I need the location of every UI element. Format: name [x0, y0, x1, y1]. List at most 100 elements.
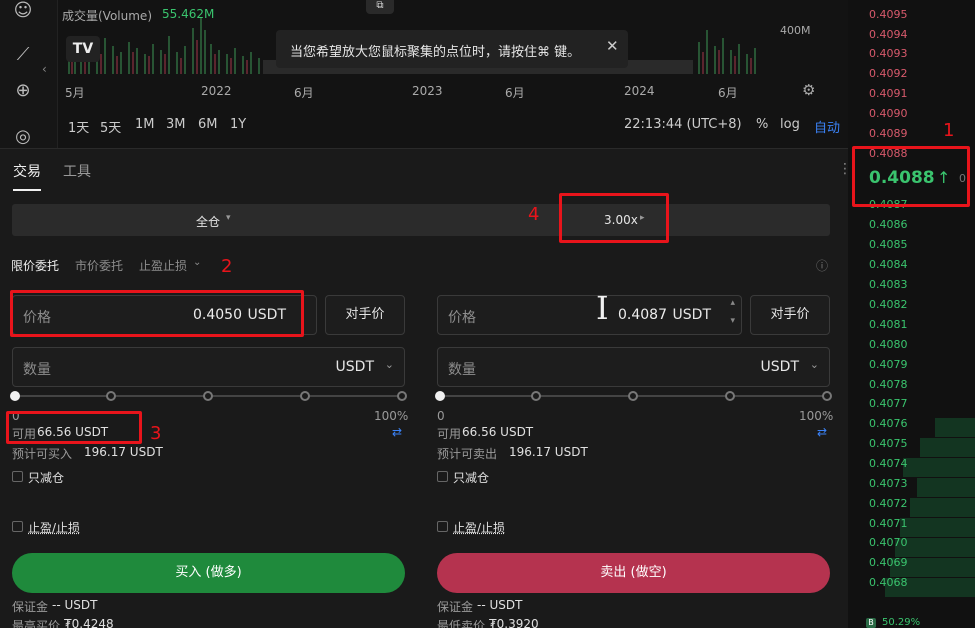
buy-reduce-only-checkbox[interactable]	[12, 471, 23, 482]
margin-mode-selector[interactable]: 全仓	[196, 213, 220, 230]
ask-price[interactable]: 0.4095	[869, 8, 908, 21]
ask-price[interactable]: 0.4090	[869, 107, 908, 120]
bid-price[interactable]: 0.4074	[869, 457, 908, 470]
ask-price[interactable]: 0.4089	[869, 127, 908, 140]
bid-price[interactable]: 0.4072	[869, 497, 908, 510]
buy-estimate-label: 预计可买入	[12, 447, 73, 461]
buy-counter-price-button[interactable]: 对手价	[325, 295, 405, 335]
bid-price[interactable]: 0.4077	[869, 397, 908, 410]
magnet-icon[interactable]: ◎	[12, 126, 34, 148]
slider-step[interactable]	[725, 391, 735, 401]
bid-price[interactable]: 0.4078	[869, 378, 908, 391]
timeframe-button[interactable]: 1M	[135, 117, 155, 132]
sell-tpsl-checkbox[interactable]	[437, 521, 448, 532]
slider-step[interactable]	[531, 391, 541, 401]
trade-panel: 交易 工具 ⋮ 全仓 ▾ 3.00x ▸ 限价委托 市价委托 止盈止损 ⌄ ⓘ …	[0, 148, 852, 628]
chart-time: 22:13:44 (UTC+8)	[624, 117, 742, 132]
buy-qty-unit[interactable]: USDT	[336, 359, 374, 375]
bid-price[interactable]: 0.4082	[869, 298, 908, 311]
tooltip-text: 当您希望放大您鼠标聚集的点位时，请按住⌘ 键。	[290, 45, 581, 60]
order-type-tpsl[interactable]: 止盈止损	[139, 257, 187, 274]
order-type-limit[interactable]: 限价委托	[11, 257, 59, 274]
sell-price-input[interactable]: 价格 0.4087 USDT ▴ ▾	[437, 295, 742, 335]
slider-step[interactable]	[106, 391, 116, 401]
bid-price[interactable]: 0.4071	[869, 517, 908, 530]
text-cursor-icon: I	[596, 289, 609, 327]
transfer-icon[interactable]: ⇄	[392, 425, 402, 439]
price-chart[interactable]: 成交量(Volume) 55.462M TV 400M ⧉ 当您希望放大您鼠标聚…	[58, 0, 848, 150]
chevron-down-icon: ⌄	[809, 358, 819, 371]
bid-price[interactable]: 0.4076	[869, 417, 908, 430]
slider-step[interactable]	[300, 391, 310, 401]
depth-bar	[900, 518, 975, 537]
x-axis-label: 6月	[294, 86, 314, 100]
buy-long-button[interactable]: 买入 (做多)	[12, 553, 405, 593]
slider-handle[interactable]	[435, 391, 445, 401]
buy-quantity-input[interactable]: 数量 USDT ⌄	[12, 347, 405, 387]
slider-handle[interactable]	[10, 391, 20, 401]
screenshot-icon[interactable]: ⧉	[366, 0, 394, 14]
annotation-number: 4	[528, 204, 540, 225]
order-type-market[interactable]: 市价委托	[75, 257, 123, 274]
timeframe-button[interactable]: 3M	[166, 117, 186, 132]
sell-quantity-input[interactable]: 数量 USDT ⌄	[437, 347, 830, 387]
collapse-toolbar-icon[interactable]: ‹	[42, 62, 47, 76]
sell-estimate-value: 196.17 USDT	[509, 445, 588, 459]
bid-price[interactable]: 0.4085	[869, 238, 908, 251]
slider-step[interactable]	[397, 391, 407, 401]
settings-gear-icon[interactable]: ⚙	[802, 81, 815, 99]
x-axis-label: 5月	[65, 86, 85, 100]
ruler-icon[interactable]: ⟋	[12, 44, 34, 66]
decrement-icon[interactable]: ▾	[730, 316, 735, 326]
bid-price[interactable]: 0.4083	[869, 278, 908, 291]
annotation-box	[10, 290, 304, 337]
buy-reduce-only-label: 只减仓	[28, 471, 65, 485]
sell-reduce-only-checkbox[interactable]	[437, 471, 448, 482]
depth-bar	[920, 438, 975, 457]
buy-percent-slider[interactable]	[10, 389, 407, 403]
chevron-down-icon: ⌄	[193, 257, 202, 268]
sell-margin-value: -- USDT	[477, 598, 523, 612]
buy-tpsl-checkbox[interactable]	[12, 521, 23, 532]
depth-bar	[910, 498, 975, 517]
increment-icon[interactable]: ▴	[730, 298, 735, 308]
auto-scale-toggle[interactable]: 自动	[814, 117, 840, 136]
bid-price[interactable]: 0.4073	[869, 477, 908, 490]
sell-qty-unit[interactable]: USDT	[761, 359, 799, 375]
sell-price-value[interactable]: 0.4087	[618, 307, 667, 323]
emoji-icon[interactable]: ☺	[12, 0, 34, 22]
tab-trade[interactable]: 交易	[13, 161, 41, 181]
depth-bar	[903, 458, 975, 477]
timeframe-button[interactable]: 1天	[68, 117, 89, 136]
help-icon[interactable]: ⓘ	[816, 257, 828, 274]
percent-scale-toggle[interactable]: %	[756, 117, 768, 132]
ask-price[interactable]: 0.4094	[869, 28, 908, 41]
slider-step[interactable]	[203, 391, 213, 401]
annotation-number: 2	[221, 256, 233, 277]
close-icon[interactable]: ✕	[606, 37, 619, 55]
slider-step[interactable]	[628, 391, 638, 401]
ask-price[interactable]: 0.4091	[869, 87, 908, 100]
sell-counter-price-button[interactable]: 对手价	[750, 295, 830, 335]
sell-percent-slider[interactable]	[435, 389, 832, 403]
timeframe-button[interactable]: 5天	[100, 117, 121, 136]
bid-price[interactable]: 0.4075	[869, 437, 908, 450]
bid-price[interactable]: 0.4068	[869, 576, 908, 589]
bid-price[interactable]: 0.4069	[869, 556, 908, 569]
bid-price[interactable]: 0.4080	[869, 338, 908, 351]
bid-price[interactable]: 0.4070	[869, 536, 908, 549]
tab-tools[interactable]: 工具	[63, 161, 91, 181]
timeframe-button[interactable]: 6M	[198, 117, 218, 132]
ask-price[interactable]: 0.4092	[869, 67, 908, 80]
sell-short-button[interactable]: 卖出 (做空)	[437, 553, 830, 593]
transfer-icon[interactable]: ⇄	[817, 425, 827, 439]
bid-price[interactable]: 0.4084	[869, 258, 908, 271]
ask-price[interactable]: 0.4093	[869, 47, 908, 60]
bid-price[interactable]: 0.4079	[869, 358, 908, 371]
slider-step[interactable]	[822, 391, 832, 401]
zoom-in-icon[interactable]: ⊕	[12, 80, 34, 102]
log-scale-toggle[interactable]: log	[780, 117, 800, 132]
timeframe-button[interactable]: 1Y	[230, 117, 246, 132]
bid-price[interactable]: 0.4081	[869, 318, 908, 331]
bid-price[interactable]: 0.4086	[869, 218, 908, 231]
